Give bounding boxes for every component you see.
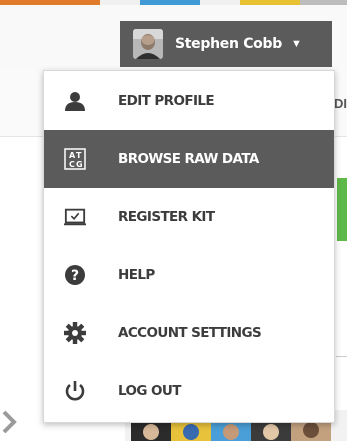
- user-name: Stephen Cobb: [175, 36, 282, 52]
- help-icon: ?: [64, 264, 86, 286]
- menu-item-browse-raw-data[interactable]: A T C G BROWSE RAW DATA: [44, 130, 334, 188]
- user-menu-button[interactable]: Stephen Cobb ▼: [120, 21, 332, 67]
- menu-item-label: HELP: [118, 267, 155, 283]
- user-dropdown-menu: EDIT PROFILE A T C G BROWSE RAW DATA REG…: [43, 70, 335, 423]
- menu-item-label: ACCOUNT SETTINGS: [118, 325, 262, 341]
- svg-text:T: T: [76, 151, 82, 160]
- svg-text:G: G: [76, 160, 83, 169]
- svg-text:A: A: [69, 151, 76, 160]
- menu-item-account-settings[interactable]: ACCOUNT SETTINGS: [44, 304, 334, 362]
- avatar: [133, 29, 163, 59]
- user-icon: [64, 90, 86, 112]
- background-green-block: [337, 178, 347, 241]
- menu-item-label: REGISTER KIT: [118, 209, 215, 225]
- svg-text:?: ?: [71, 268, 79, 284]
- kit-screen-icon: [64, 206, 86, 228]
- menu-item-label: LOG OUT: [118, 383, 181, 399]
- carousel-prev-icon[interactable]: [0, 404, 20, 441]
- svg-text:C: C: [69, 160, 75, 169]
- atcg-icon: A T C G: [64, 148, 86, 170]
- menu-item-log-out[interactable]: LOG OUT: [44, 362, 334, 420]
- menu-item-edit-profile[interactable]: EDIT PROFILE: [44, 72, 334, 130]
- menu-item-help[interactable]: ? HELP: [44, 246, 334, 304]
- background-partial-text: DI: [334, 96, 347, 111]
- caret-down-icon: ▼: [290, 38, 302, 50]
- menu-item-register-kit[interactable]: REGISTER KIT: [44, 188, 334, 246]
- top-header: Stephen Cobb ▼: [0, 5, 347, 71]
- background-divider: [336, 356, 347, 357]
- menu-item-label: EDIT PROFILE: [118, 93, 215, 109]
- gear-icon: [64, 322, 86, 344]
- power-icon: [64, 380, 86, 402]
- menu-item-label: BROWSE RAW DATA: [118, 151, 259, 167]
